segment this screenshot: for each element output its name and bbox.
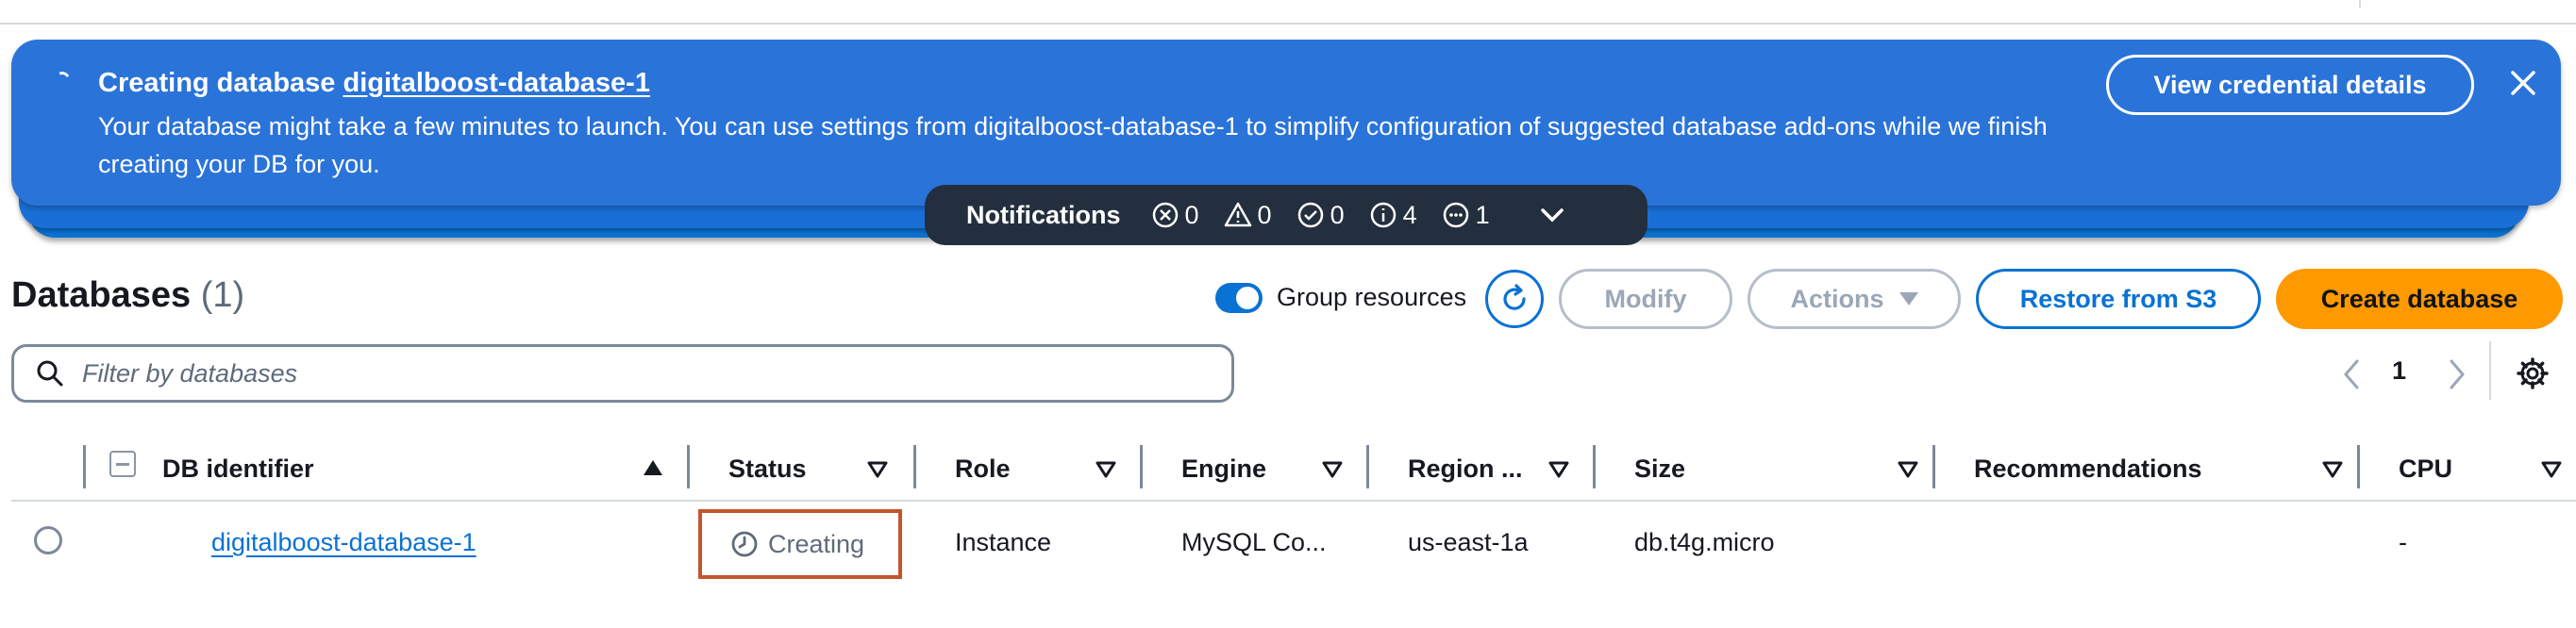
databases-count: (1) [200,275,245,315]
sort-ascending-icon[interactable] [642,458,664,477]
region-cell: us-east-1a [1408,528,1529,556]
warning-count: 0 [1224,201,1272,230]
divider [2489,341,2491,400]
notifications-label: Notifications [966,200,1121,229]
size-cell: db.t4g.micro [1634,528,1775,556]
search-icon [37,360,63,387]
in-progress-count-value: 1 [1475,200,1490,229]
chevron-left-icon[interactable] [2340,358,2363,395]
actions-label: Actions [1790,284,1884,313]
gear-icon[interactable] [2516,356,2550,395]
column-header-db-identifier[interactable]: DB identifier [162,436,314,502]
select-all-checkbox[interactable] [109,451,136,477]
role-cell: Instance [955,528,1052,556]
current-page[interactable]: 1 [2392,356,2406,386]
in-progress-count: 1 [1442,201,1490,230]
creating-database-flashbar: Creating database digitalboost-database-… [11,40,2561,206]
refresh-button[interactable] [1485,270,1544,328]
in-progress-icon [1443,202,1468,228]
restore-from-s3-button[interactable]: Restore from S3 [1976,269,2261,329]
status-text: Creating [768,529,865,558]
table-header: DB identifier Status Role Engine Region … [11,436,2576,502]
error-count-value: 0 [1184,200,1199,229]
info-count-value: 4 [1402,200,1417,229]
column-label: DB identifier [162,454,314,483]
column-label: Recommendations [1974,454,2202,483]
success-count-value: 0 [1330,200,1345,229]
error-count: 0 [1151,201,1199,230]
db-identifier-link[interactable]: digitalboost-database-1 [211,528,477,556]
table-row[interactable]: digitalboost-database-1 Creating Instanc… [11,504,2576,585]
toggle-knob [1236,287,1259,309]
flash-message: Your database might take a few minutes t… [98,112,2048,178]
caret-down-icon [1899,292,1918,306]
sort-icon[interactable] [1321,460,1344,479]
refresh-icon [1503,284,1526,310]
create-database-button[interactable]: Create database [2276,269,2563,329]
info-icon [1370,202,1396,228]
filter-box[interactable] [11,344,1234,403]
warning-icon [1224,202,1251,227]
db-identifier-cell: digitalboost-database-1 [211,528,477,557]
error-icon [1152,202,1178,228]
column-divider[interactable] [2357,445,2360,488]
engine-cell: MySQL Co... [1181,528,1327,556]
row-select-radio[interactable] [34,526,62,554]
warning-count-value: 0 [1257,200,1272,229]
column-header-region[interactable]: Region ... [1408,436,1523,502]
clock-icon [731,531,758,557]
flash-title: Creating database digitalboost-database-… [98,68,650,99]
column-label: Status [728,454,807,483]
column-label: Size [1634,454,1686,483]
column-label: CPU [2399,454,2453,483]
info-count: 4 [1369,201,1417,230]
column-label: Engine [1181,454,1267,483]
sort-icon[interactable] [1095,460,1117,479]
sort-icon[interactable] [2540,460,2563,479]
column-divider[interactable] [1932,445,1935,488]
minus-icon [116,462,129,466]
success-count: 0 [1296,201,1345,230]
top-divider [0,0,2576,25]
column-header-status[interactable]: Status [728,436,807,502]
column-divider [83,445,86,488]
modify-button[interactable]: Modify [1559,269,1732,329]
column-divider[interactable] [1366,445,1369,488]
loading-spinner-icon [52,69,73,90]
databases-title: Databases [11,275,192,315]
view-credential-details-button[interactable]: View credential details [2106,55,2474,115]
close-icon[interactable] [2502,62,2544,104]
sort-icon[interactable] [866,460,889,479]
column-label: Role [955,454,1011,483]
column-divider[interactable] [1593,445,1596,488]
column-divider[interactable] [1140,445,1143,488]
chevron-right-icon[interactable] [2446,358,2468,395]
notifications-bar[interactable]: Notifications 0 0 0 4 1 [925,185,1648,245]
divider-tick [2359,0,2361,8]
page-title: Databases (1) [11,275,244,316]
actions-button[interactable]: Actions [1748,269,1961,329]
flash-database-link[interactable]: digitalboost-database-1 [343,68,650,98]
column-header-size[interactable]: Size [1634,436,1685,502]
flash-title-prefix: Creating database [98,68,336,98]
column-divider[interactable] [913,445,916,488]
column-header-recommendations[interactable]: Recommendations [1974,436,2202,502]
column-divider[interactable] [687,445,690,488]
group-resources-label: Group resources [1277,283,1467,311]
sort-icon[interactable] [2321,460,2344,479]
success-icon [1297,202,1323,228]
filter-input[interactable] [82,358,1120,388]
status-cell: Creating [698,509,902,579]
group-resources-toggle[interactable] [1215,283,1263,313]
column-header-cpu[interactable]: CPU [2399,436,2452,502]
cpu-cell: - [2399,528,2407,556]
chevron-down-icon[interactable] [1539,206,1565,224]
sort-icon[interactable] [1547,460,1570,479]
column-header-engine[interactable]: Engine [1181,436,1266,502]
column-label: Region ... [1408,454,1523,483]
sort-icon[interactable] [1897,460,1919,479]
column-header-role[interactable]: Role [955,436,1011,502]
